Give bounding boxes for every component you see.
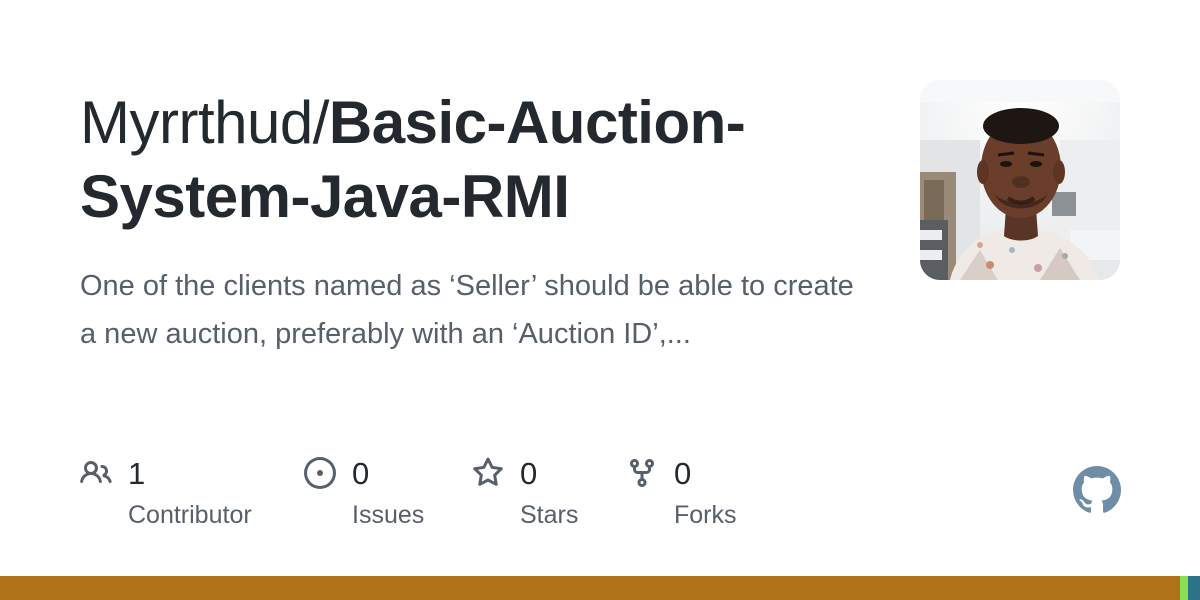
repo-title[interactable]: Myrrthud/Basic-Auction-System-Java-RMI xyxy=(80,86,840,234)
stars-label: Stars xyxy=(520,501,579,529)
issues-label: Issues xyxy=(352,501,425,529)
avatar-photo-icon xyxy=(920,80,1120,280)
owner-avatar[interactable] xyxy=(920,80,1120,280)
forks-count: 0 xyxy=(674,456,692,491)
language-bar xyxy=(0,576,1200,600)
star-icon xyxy=(473,457,503,486)
language-segment-other xyxy=(1188,576,1200,600)
people-icon xyxy=(80,460,112,484)
issues-count: 0 xyxy=(352,456,370,491)
repo-social-card: Myrrthud/Basic-Auction-System-Java-RMI O… xyxy=(0,0,1200,600)
repo-forked-icon xyxy=(630,459,654,488)
github-logo-icon[interactable] xyxy=(1073,466,1121,514)
issue-opened-icon xyxy=(304,457,336,489)
contributors-count: 1 xyxy=(128,456,146,491)
stars-count: 0 xyxy=(520,456,538,491)
repo-owner[interactable]: Myrrthud/ xyxy=(80,89,329,156)
contributors-label: Contributor xyxy=(128,501,252,529)
repo-description: One of the clients named as ‘Seller’ sho… xyxy=(80,270,854,350)
language-segment-shell xyxy=(1180,576,1188,600)
forks-label: Forks xyxy=(674,501,737,529)
language-segment-java xyxy=(0,576,1180,600)
repo-stats: 1 Contributor 0 Issues 0 Stars 0 Forks xyxy=(80,452,880,542)
